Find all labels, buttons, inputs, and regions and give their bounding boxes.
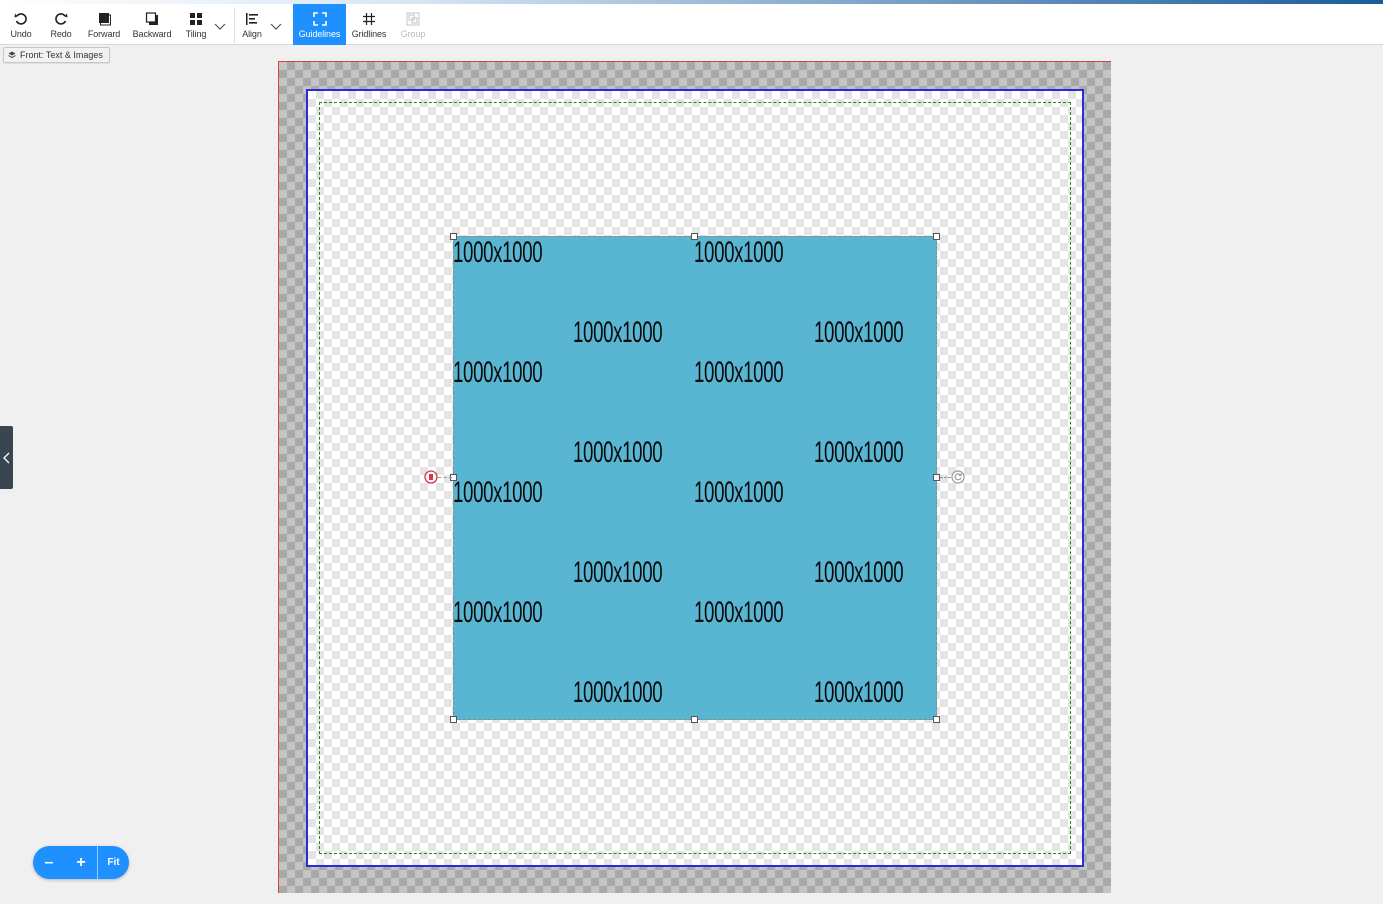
tiling-icon: [190, 13, 202, 25]
resize-handle-bottom-right[interactable]: [933, 716, 940, 723]
rotate-icon: [951, 470, 965, 484]
gridlines-label: Gridlines: [351, 29, 387, 39]
tile-label: 1000x1000: [694, 236, 784, 269]
zoom-out-label: –: [44, 853, 54, 871]
resize-handle-bottom[interactable]: [691, 716, 698, 723]
zoom-fit-label: Fit: [107, 857, 120, 868]
tile-label: 1000x1000: [453, 596, 543, 629]
tile-label: 1000x1000: [694, 356, 784, 389]
rotate-control-connector: [940, 477, 951, 478]
redo-icon: [55, 13, 68, 25]
tiling-label: Tiling: [185, 29, 207, 39]
guidelines-toggle[interactable]: Guidelines: [293, 4, 346, 45]
tile-label: 1000x1000: [573, 676, 663, 709]
guidelines-icon: [312, 12, 327, 26]
send-backward-button[interactable]: Backward: [130, 4, 174, 45]
undo-label: Undo: [10, 29, 32, 39]
group-label: Group: [400, 29, 426, 39]
redo-label: Redo: [50, 29, 72, 39]
layers-icon: [8, 51, 16, 59]
align-left-icon: [246, 13, 258, 25]
toolbar-separator: [234, 8, 235, 44]
tile-label: 1000x1000: [573, 556, 663, 589]
delete-control-connector: [438, 477, 452, 478]
tile-label: 1000x1000: [814, 676, 904, 709]
align-dropdown-caret[interactable]: [270, 18, 282, 36]
tile-label: 1000x1000: [694, 596, 784, 629]
guidelines-label: Guidelines: [298, 29, 341, 39]
tiled-image-object[interactable]: 1000x1000 1000x1000 1000x1000 1000x1000 …: [453, 236, 937, 720]
chevron-down-icon: [270, 23, 282, 30]
tile-label: 1000x1000: [573, 316, 663, 349]
align-button[interactable]: Align: [237, 4, 267, 45]
group-icon: [406, 12, 420, 26]
tile-label: 1000x1000: [453, 476, 543, 509]
grid-icon: [363, 13, 375, 25]
forward-label: Forward: [87, 29, 121, 39]
resize-handle-bottom-left[interactable]: [450, 716, 457, 723]
bring-forward-button[interactable]: Forward: [84, 4, 124, 45]
undo-icon: [14, 13, 27, 25]
align-label: Align: [242, 29, 262, 39]
zoom-out-button[interactable]: –: [33, 846, 65, 879]
resize-handle-top[interactable]: [691, 233, 698, 240]
gridlines-toggle[interactable]: Gridlines: [349, 4, 389, 45]
tile-label: 1000x1000: [453, 356, 543, 389]
chevron-left-icon: [3, 452, 10, 463]
tiling-dropdown-caret[interactable]: [214, 18, 226, 36]
group-button[interactable]: Group: [396, 4, 430, 45]
tile-label: 1000x1000: [814, 556, 904, 589]
delete-object-control[interactable]: [424, 470, 438, 484]
delete-icon: [424, 470, 438, 484]
resize-handle-right[interactable]: [933, 474, 940, 481]
tile-label: 1000x1000: [573, 436, 663, 469]
layer-selector[interactable]: Front: Text & Images: [3, 47, 110, 63]
resize-handle-top-left[interactable]: [450, 233, 457, 240]
zoom-in-button[interactable]: +: [65, 846, 97, 879]
zoom-in-label: +: [76, 853, 86, 871]
send-backward-icon: [145, 12, 158, 25]
tile-label: 1000x1000: [814, 436, 904, 469]
zoom-control: – + Fit: [33, 846, 129, 879]
side-panel-toggle[interactable]: [0, 426, 13, 489]
undo-button[interactable]: Undo: [4, 4, 38, 45]
redo-button[interactable]: Redo: [44, 4, 78, 45]
backward-label: Backward: [132, 29, 172, 39]
editor-toolbar: Undo Redo Forward Backward Tiling Align …: [0, 4, 1383, 45]
chevron-down-icon: [214, 23, 226, 30]
tile-label: 1000x1000: [453, 236, 543, 269]
zoom-fit-button[interactable]: Fit: [98, 846, 129, 879]
tile-label: 1000x1000: [694, 476, 784, 509]
resize-handle-top-right[interactable]: [933, 233, 940, 240]
layer-label: Front: Text & Images: [20, 50, 103, 60]
tile-label: 1000x1000: [814, 316, 904, 349]
rotate-object-control[interactable]: [951, 470, 965, 484]
tiling-button[interactable]: Tiling: [180, 4, 212, 45]
bring-forward-icon: [99, 13, 111, 26]
